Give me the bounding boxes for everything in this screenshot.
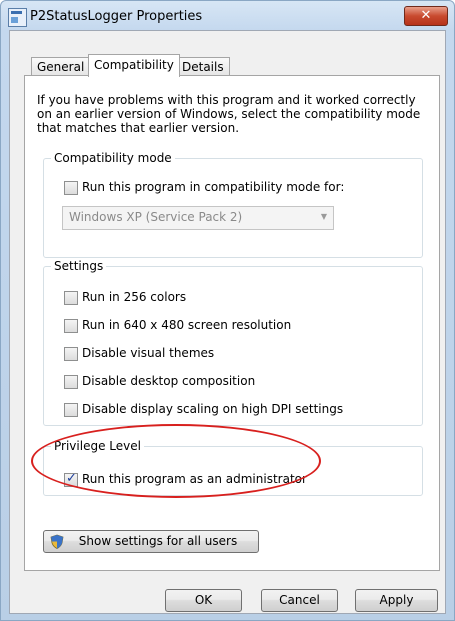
show-settings-all-users-button[interactable]: Show settings for all users [43, 530, 259, 553]
close-button[interactable]: ✕ [404, 6, 448, 26]
setting-256-colors-label: Run in 256 colors [82, 290, 187, 304]
compat-mode-checkbox[interactable] [64, 181, 78, 195]
uac-shield-icon [50, 534, 64, 549]
run-as-admin-checkbox[interactable] [64, 471, 78, 487]
compatibility-mode-label: Compatibility mode [51, 151, 175, 165]
run-as-admin-label: Run this program as an administrator [82, 472, 307, 486]
app-icon [8, 8, 27, 27]
setting-disable-composition-checkbox[interactable] [64, 375, 78, 389]
compat-mode-select[interactable]: Windows XP (Service Pack 2) ▼ [62, 206, 334, 230]
privilege-level-group: Privilege Level Run this program as an a… [43, 439, 423, 496]
setting-disable-dpi-label: Disable display scaling on high DPI sett… [82, 402, 344, 416]
compatibility-mode-group: Compatibility mode Run this program in c… [43, 151, 423, 258]
title-bar[interactable]: P2StatusLogger Properties ✕ [1, 1, 454, 33]
setting-disable-composition-label: Disable desktop composition [82, 374, 256, 388]
privilege-level-label: Privilege Level [51, 439, 144, 453]
setting-640x480-label: Run in 640 x 480 screen resolution [82, 318, 292, 332]
setting-disable-themes-label: Disable visual themes [82, 346, 215, 360]
window-title: P2StatusLogger Properties [30, 9, 203, 24]
cancel-button[interactable]: Cancel [261, 589, 338, 612]
settings-label: Settings [51, 259, 107, 273]
tab-general[interactable]: General [31, 57, 91, 76]
show-settings-all-users-label: Show settings for all users [78, 534, 238, 548]
compat-mode-checkbox-label: Run this program in compatibility mode f… [82, 180, 345, 194]
intro-text: If you have problems with this program a… [37, 93, 421, 135]
setting-disable-dpi-checkbox[interactable] [64, 403, 78, 417]
compatibility-panel: If you have problems with this program a… [24, 75, 440, 571]
tab-compatibility[interactable]: Compatibility [88, 54, 180, 77]
ok-button[interactable]: OK [165, 589, 242, 612]
close-icon: ✕ [420, 8, 432, 23]
setting-disable-themes-checkbox[interactable] [64, 347, 78, 361]
tab-details[interactable]: Details [176, 57, 230, 76]
setting-256-colors-checkbox[interactable] [64, 291, 78, 305]
setting-640x480-checkbox[interactable] [64, 319, 78, 333]
apply-button[interactable]: Apply [355, 589, 438, 612]
settings-group: Settings Run in 256 colors Run in 640 x … [43, 259, 423, 426]
compat-mode-select-value: Windows XP (Service Pack 2) [69, 210, 243, 224]
chevron-down-icon: ▼ [320, 212, 327, 221]
